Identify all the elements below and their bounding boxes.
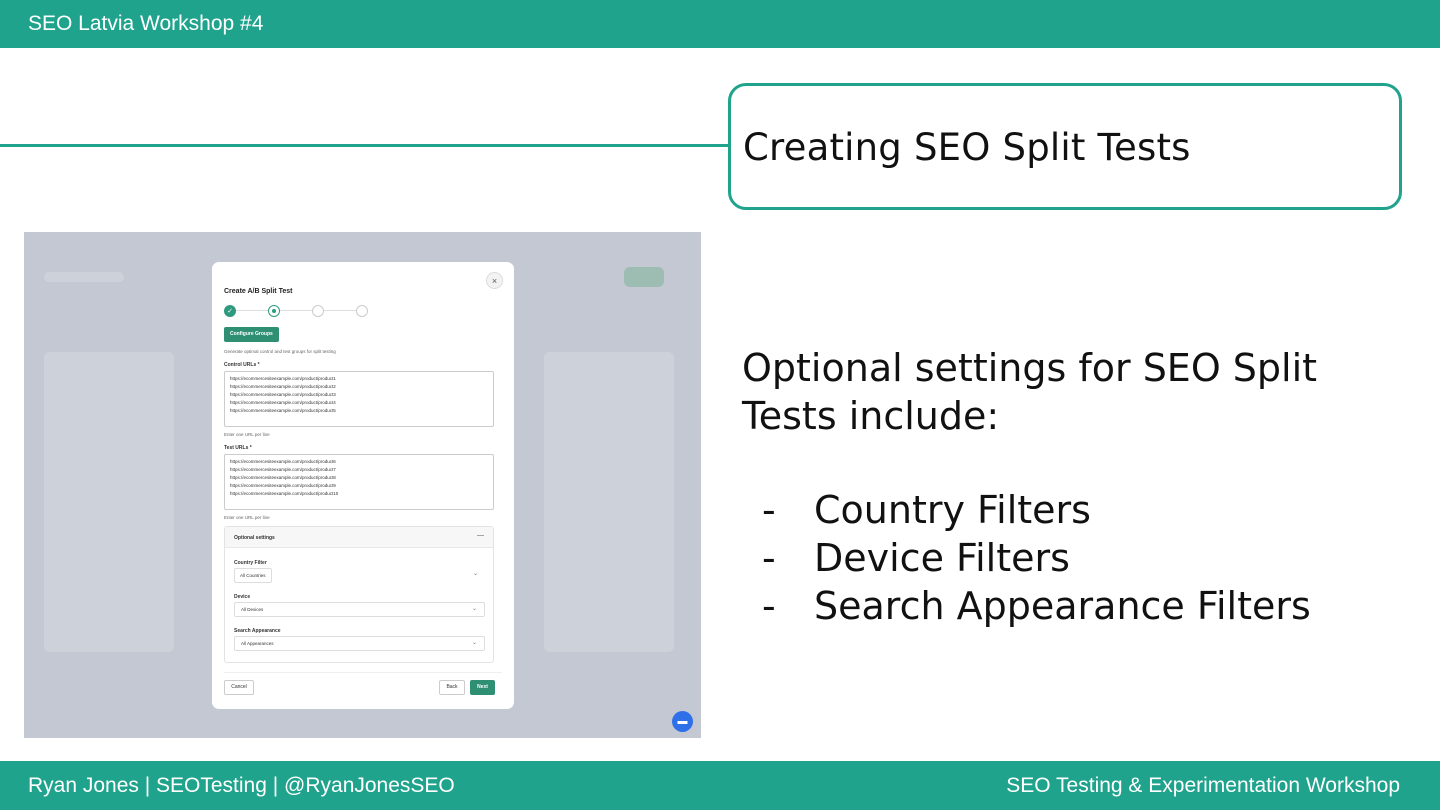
bullet-device-filters: - Device Filters [762,534,1311,582]
device-value: All Devices [241,607,264,612]
test-urls-label: Test URLs * [224,445,252,451]
bullet-text: Search Appearance Filters [814,584,1311,628]
configure-groups-button[interactable]: Configure Groups [224,327,279,342]
url-line: https://ecommercesiteexample.com/product… [230,467,336,472]
test-urls-textarea[interactable]: https://ecommercesiteexample.com/product… [224,454,494,510]
stepper: ✓ [224,304,374,318]
title-divider-line [0,144,730,147]
bullet-text: Device Filters [814,536,1070,580]
test-urls-hint: Enter one URL per line [224,515,270,520]
background-blur [624,267,664,287]
url-line: https://ecommercesiteexample.com/product… [230,384,336,389]
control-urls-textarea[interactable]: https://ecommercesiteexample.com/product… [224,371,494,427]
modal-description: Generate optimal control and test groups… [224,349,336,354]
optional-settings-header[interactable]: Optional settings — [225,527,493,548]
search-appearance-label: Search Appearance [234,628,281,634]
background-blur [44,272,124,282]
search-appearance-select[interactable]: All Appearances ⌄ [234,636,485,651]
country-filter-select[interactable]: All Countries ⌄ [234,568,485,583]
header-bar: SEO Latvia Workshop #4 [0,0,1440,48]
url-line: https://ecommercesiteexample.com/product… [230,400,336,405]
control-urls-hint: Enter one URL per line [224,432,270,437]
search-appearance-value: All Appearances [241,641,274,646]
control-urls-label: Control URLs * [224,362,260,368]
url-line: https://ecommercesiteexample.com/product… [230,376,336,381]
url-line: https://ecommercesiteexample.com/product… [230,475,336,480]
device-label: Device [234,594,251,600]
modal-footer-divider [224,672,502,673]
stepper-line [236,310,368,311]
url-line: https://ecommercesiteexample.com/product… [230,483,336,488]
bullet-marker: - [762,584,776,628]
bullet-text: Country Filters [814,488,1091,532]
step-4 [356,305,368,317]
url-line: https://ecommercesiteexample.com/product… [230,392,336,397]
bullet-country-filters: - Country Filters [762,486,1311,534]
background-blur [544,352,674,652]
modal-title: Create A/B Split Test [224,288,293,295]
url-line: https://ecommercesiteexample.com/product… [230,459,336,464]
background-blur [44,352,174,652]
url-line: https://ecommercesiteexample.com/product… [230,491,339,496]
chevron-down-icon: ⌄ [472,571,478,577]
bullet-marker: - [762,488,776,532]
next-button[interactable]: Next [470,680,495,695]
country-filter-value: All Countries [234,568,272,583]
step-3 [312,305,324,317]
device-select[interactable]: All Devices ⌄ [234,602,485,617]
step-1-check-icon: ✓ [224,305,236,317]
cancel-button[interactable]: Cancel [224,680,254,695]
optional-settings-heading: Optional settings [234,535,275,541]
slide-title: Creating SEO Split Tests [743,126,1191,169]
close-icon[interactable]: × [486,272,503,289]
slide-title-box: Creating SEO Split Tests [728,83,1402,210]
bullet-marker: - [762,536,776,580]
app-screenshot: × Create A/B Split Test ✓ Configure Grou… [24,232,701,738]
back-button[interactable]: Back [439,680,465,695]
country-filter-label: Country Filter [234,560,267,566]
chevron-down-icon: ⌄ [471,606,477,612]
step-2-active [268,305,280,317]
filter-bullet-list: - Country Filters - Device Filters - Sea… [762,486,1311,630]
chat-bubble-icon[interactable]: ▬ [672,711,693,732]
presenter-credit: Ryan Jones | SEOTesting | @RyanJonesSEO [28,774,455,797]
slide-intro: Optional settings for SEO Split Tests in… [742,346,1318,438]
optional-settings-panel: Optional settings — Country Filter All C… [224,526,494,663]
create-split-test-modal: × Create A/B Split Test ✓ Configure Grou… [212,262,514,709]
collapse-icon[interactable]: — [477,532,484,539]
bullet-search-appearance-filters: - Search Appearance Filters [762,582,1311,630]
chevron-down-icon: ⌄ [471,640,477,646]
footer-bar: Ryan Jones | SEOTesting | @RyanJonesSEO … [0,761,1440,810]
workshop-title: SEO Latvia Workshop #4 [28,12,264,35]
workshop-name: SEO Testing & Experimentation Workshop [1006,774,1400,797]
url-line: https://ecommercesiteexample.com/product… [230,408,336,413]
